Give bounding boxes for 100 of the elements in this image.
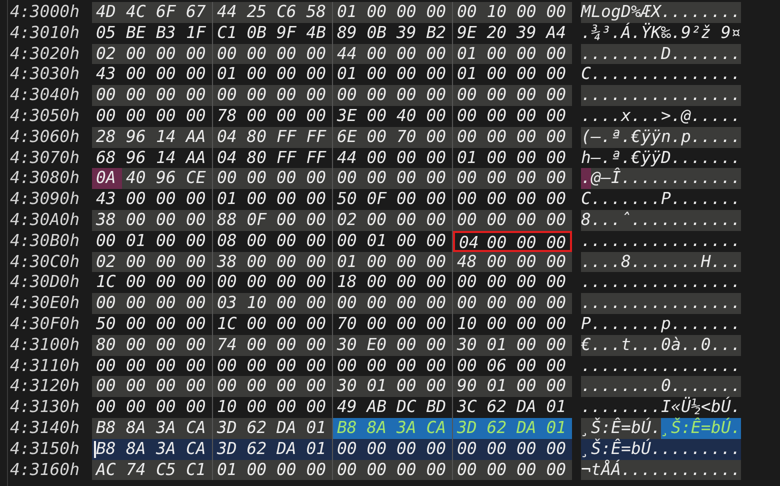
byte-value[interactable]: 44 [213,2,243,23]
byte-value[interactable]: 00 [182,272,212,294]
byte-value[interactable]: 01 [482,334,512,356]
byte-value[interactable]: 00 [422,44,452,64]
byte-value[interactable]: 00 [362,293,392,314]
byte-value[interactable]: 00 [482,293,512,314]
byte-value[interactable]: 00 [213,376,243,398]
byte-value[interactable]: 00 [512,272,542,294]
byte-value[interactable]: 00 [272,314,302,335]
byte-value[interactable]: 00 [542,168,572,190]
byte-value[interactable]: 00 [333,438,363,460]
byte-value[interactable]: AA [182,126,212,148]
byte-value[interactable]: 00 [482,272,512,294]
byte-value[interactable]: 00 [272,85,302,106]
byte-value[interactable]: 00 [422,272,452,294]
byte-value[interactable]: 00 [152,314,182,335]
byte-value[interactable]: 00 [542,314,572,335]
byte-value[interactable]: 00 [392,44,422,64]
byte-value[interactable]: 00 [92,293,122,314]
byte-value[interactable]: 00 [422,438,452,460]
byte-value[interactable]: 00 [92,85,122,106]
byte-value[interactable]: 43 [92,189,122,210]
byte-value[interactable]: 00 [542,106,572,127]
byte-value[interactable]: 00 [152,334,182,356]
byte-value[interactable]: 00 [512,189,542,210]
byte-value[interactable]: 3A [152,418,182,439]
byte-value[interactable]: 04 [213,148,243,168]
byte-value[interactable]: 00 [182,44,212,64]
byte-value[interactable]: 00 [512,356,542,376]
byte-value[interactable]: 00 [422,334,452,356]
byte-value[interactable]: 00 [482,314,512,335]
byte-value[interactable]: 01 [362,230,392,252]
byte-value[interactable]: 00 [392,168,422,190]
byte-value[interactable]: 00 [272,252,302,272]
byte-value[interactable]: 00 [302,460,332,480]
byte-value[interactable]: 00 [512,44,542,64]
byte-value[interactable]: 06 [482,356,512,376]
byte-value[interactable]: 00 [242,252,272,272]
byte-value[interactable]: 00 [512,85,542,106]
byte-value[interactable]: 6E [333,126,363,148]
byte-value[interactable]: 00 [542,334,572,356]
byte-value[interactable]: 00 [122,252,152,272]
byte-value[interactable]: 00 [272,460,302,480]
byte-value[interactable]: 00 [242,397,272,418]
byte-value[interactable]: 00 [392,334,422,356]
byte-value[interactable]: 00 [453,168,483,190]
byte-value[interactable]: 00 [272,334,302,356]
byte-value[interactable]: 8A [362,418,392,439]
byte-value[interactable]: 0F [242,210,272,231]
byte-value[interactable]: 00 [182,64,212,86]
byte-value[interactable]: 4C [122,2,152,23]
byte-value[interactable]: 00 [362,252,392,272]
byte-value[interactable]: 00 [542,44,572,64]
byte-value[interactable]: 00 [272,230,302,252]
byte-value[interactable]: 01 [482,376,512,398]
byte-value[interactable]: DA [272,438,302,460]
byte-value[interactable]: 00 [422,189,452,210]
byte-value[interactable]: 00 [542,210,572,231]
byte-value[interactable]: 00 [152,64,182,86]
byte-value[interactable]: 39 [392,22,422,44]
byte-value[interactable]: 00 [482,44,512,64]
byte-value[interactable]: 00 [302,356,332,376]
byte-value[interactable]: 00 [302,64,332,86]
byte-value[interactable]: 00 [482,148,512,168]
byte-value[interactable]: B8 [92,438,122,460]
byte-value[interactable]: 02 [92,44,122,64]
byte-value[interactable]: E0 [362,334,392,356]
byte-value[interactable]: B8 [333,418,363,439]
byte-value[interactable]: 00 [362,85,392,106]
byte-value[interactable]: 3D [453,418,483,439]
byte-value[interactable]: 00 [272,64,302,86]
byte-value[interactable]: 00 [302,334,332,356]
byte-value[interactable]: C6 [272,2,302,23]
byte-value[interactable]: 00 [512,438,542,460]
byte-value[interactable]: 00 [392,148,422,168]
byte-value[interactable]: 00 [422,460,452,480]
byte-value[interactable]: 00 [362,438,392,460]
byte-value[interactable]: 00 [92,376,122,398]
byte-value[interactable]: 00 [242,356,272,376]
byte-value[interactable]: 00 [362,106,392,127]
byte-value[interactable]: 00 [182,356,212,376]
byte-value[interactable]: 00 [122,44,152,64]
byte-value[interactable]: 9E [453,22,483,44]
byte-value[interactable]: 3E [333,106,363,127]
byte-value[interactable]: DA [512,418,542,439]
byte-value[interactable]: 00 [213,272,243,294]
byte-value[interactable]: 00 [362,148,392,168]
byte-value[interactable]: BE [122,22,152,44]
byte-value[interactable]: 00 [422,106,452,127]
byte-value[interactable]: 00 [242,334,272,356]
byte-value[interactable]: 00 [92,106,122,127]
byte-value[interactable]: 00 [392,356,422,376]
byte-value[interactable]: 78 [213,106,243,127]
byte-value[interactable]: 00 [302,85,332,106]
byte-value[interactable]: 00 [242,460,272,480]
byte-value[interactable]: 10 [213,397,243,418]
byte-value[interactable]: 00 [333,85,363,106]
byte-value[interactable]: 0B [242,22,272,44]
byte-value[interactable]: 62 [482,397,512,418]
byte-value[interactable]: 00 [362,460,392,480]
